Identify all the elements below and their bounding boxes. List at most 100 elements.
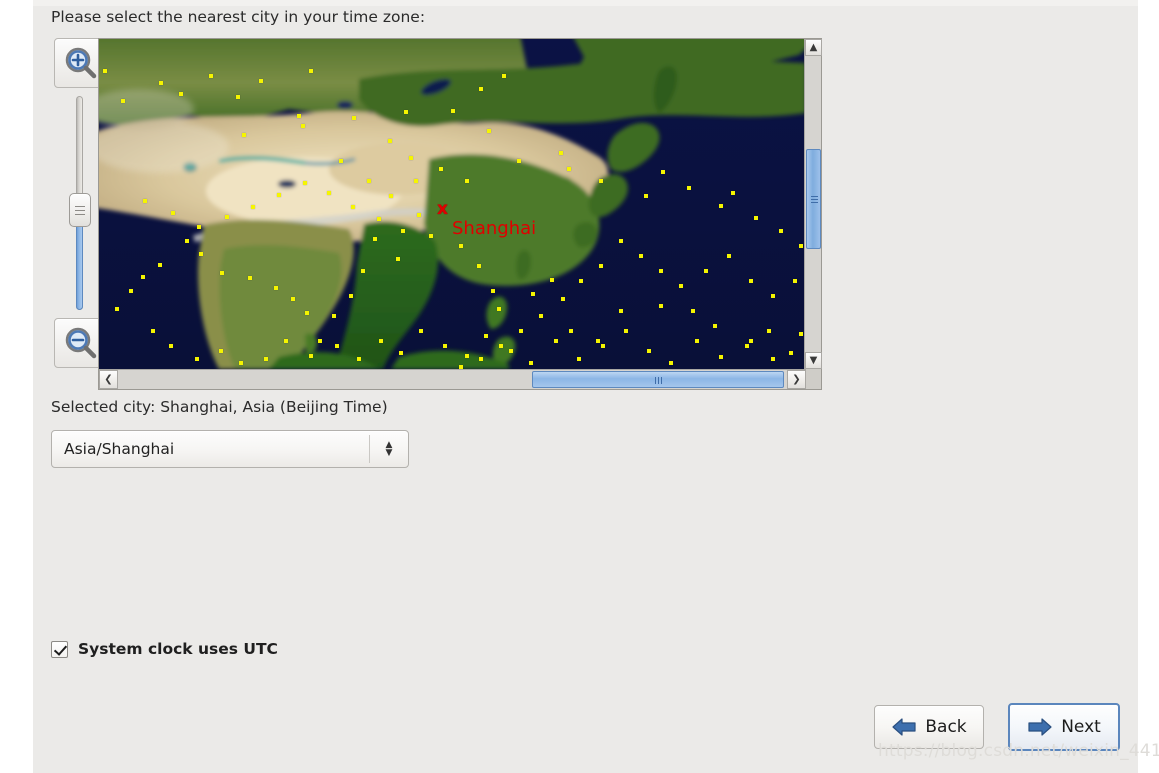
city-dot[interactable] [377,217,381,221]
scroll-right-button[interactable]: ❯ [787,370,806,389]
city-dot[interactable] [332,314,336,318]
city-dot[interactable] [396,257,400,261]
city-dot[interactable] [239,361,243,365]
city-dot[interactable] [659,304,663,308]
city-dot[interactable] [519,329,523,333]
city-dot[interactable] [379,339,383,343]
city-dot[interactable] [389,194,393,198]
city-dot[interactable] [327,191,331,195]
city-dot[interactable] [579,279,583,283]
city-dot[interactable] [335,344,339,348]
city-dot[interactable] [171,211,175,215]
city-dot[interactable] [550,278,554,282]
system-clock-utc-checkbox[interactable] [51,640,68,658]
city-dot[interactable] [497,307,501,311]
city-dot[interactable] [679,284,683,288]
city-dot[interactable] [799,244,803,248]
city-dot[interactable] [388,139,392,143]
city-dot[interactable] [719,204,723,208]
city-dot[interactable] [274,286,278,290]
city-dot[interactable] [303,181,307,185]
city-dot[interactable] [284,339,288,343]
city-dot[interactable] [559,151,563,155]
city-dot[interactable] [789,351,793,355]
map-viewport[interactable]: x Shanghai [99,39,806,369]
city-dot[interactable] [419,329,423,333]
zoom-slider-thumb[interactable] [69,193,91,227]
city-dot[interactable] [459,244,463,248]
city-dot[interactable] [351,205,355,209]
city-dot[interactable] [242,133,246,137]
system-clock-utc-checkbox-row[interactable]: System clock uses UTC [51,640,278,658]
city-dot[interactable] [429,234,433,238]
city-dot[interactable] [179,92,183,96]
scroll-up-button[interactable]: ▲ [805,39,822,56]
vertical-scroll-thumb[interactable] [806,149,821,249]
city-dot[interactable] [529,361,533,365]
city-dot[interactable] [509,349,513,353]
city-dot[interactable] [601,344,605,348]
city-dot[interactable] [799,332,803,336]
city-dot[interactable] [767,329,771,333]
city-dot[interactable] [779,229,783,233]
city-dot[interactable] [352,116,356,120]
city-dot[interactable] [619,239,623,243]
city-dot[interactable] [596,339,600,343]
city-dot[interactable] [695,339,699,343]
city-dot[interactable] [318,339,322,343]
city-dot[interactable] [357,357,361,361]
city-dot[interactable] [539,314,543,318]
horizontal-scroll-thumb[interactable] [532,371,784,388]
city-dot[interactable] [259,79,263,83]
city-dot[interactable] [409,156,413,160]
city-dot[interactable] [749,279,753,283]
city-dot[interactable] [209,74,213,78]
city-dot[interactable] [301,124,305,128]
city-dot[interactable] [197,225,201,229]
city-dot[interactable] [517,159,521,163]
city-dot[interactable] [185,239,189,243]
city-dot[interactable] [502,74,506,78]
city-dot[interactable] [599,179,603,183]
city-dot[interactable] [401,229,405,233]
city-dot[interactable] [264,357,268,361]
map-vertical-scrollbar[interactable]: ▲ ▼ [804,39,822,369]
city-dot[interactable] [277,193,281,197]
city-dot[interactable] [121,99,125,103]
city-dot[interactable] [491,289,495,293]
city-dot[interactable] [554,339,558,343]
city-dot[interactable] [129,289,133,293]
city-dot[interactable] [661,170,665,174]
city-dot[interactable] [484,334,488,338]
city-dot[interactable] [451,109,455,113]
city-dot[interactable] [713,324,717,328]
city-dot[interactable] [771,294,775,298]
city-dot[interactable] [373,237,377,241]
city-dot[interactable] [141,275,145,279]
scroll-down-button[interactable]: ▼ [805,352,822,369]
city-dot[interactable] [465,179,469,183]
city-dot[interactable] [404,110,408,114]
city-dot[interactable] [731,191,735,195]
city-dot[interactable] [220,271,224,275]
city-dot[interactable] [367,179,371,183]
city-dot[interactable] [199,252,203,256]
city-dot[interactable] [599,264,603,268]
city-dot[interactable] [659,269,663,273]
city-dot[interactable] [159,81,163,85]
city-dot[interactable] [225,215,229,219]
city-dot[interactable] [479,357,483,361]
city-dot[interactable] [417,213,421,217]
city-dot[interactable] [339,159,343,163]
scroll-left-button[interactable]: ❮ [99,370,118,389]
city-dot[interactable] [745,344,749,348]
city-dot[interactable] [531,292,535,296]
city-dot[interactable] [195,357,199,361]
map-horizontal-scrollbar[interactable]: ❮ ❯ [99,369,806,389]
city-dot[interactable] [305,311,309,315]
city-dot[interactable] [219,349,223,353]
city-dot[interactable] [158,263,162,267]
city-dot[interactable] [248,276,252,280]
city-dot[interactable] [103,69,107,73]
city-dot[interactable] [719,355,723,359]
